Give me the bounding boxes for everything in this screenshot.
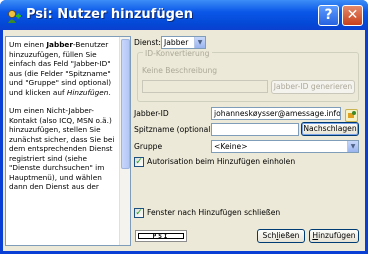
id-conversion-description: Keine Beschreibung [142,66,218,75]
group-value: <Keine> [214,142,248,151]
help-text-pane[interactable]: Um einen Jabber-Benutzer hinzuzufügen, f… [5,36,131,246]
auth-checkbox[interactable]: ✓ [134,157,144,167]
service-label: Dienst: [134,38,161,47]
lookup-button[interactable]: Nachschlagen [301,122,359,136]
close-button[interactable]: Schließen [257,229,305,243]
help-paragraph-2: Um einen Nicht-Jabber-Kontakt (also ICQ,… [9,106,115,191]
help-button[interactable]: ? [318,5,339,26]
window-title: Psi: Nutzer hinzufügen [26,7,193,22]
help-paragraph-1: Um einen Jabber-Benutzer hinzuzufügen, f… [9,40,112,97]
nickname-label: Spitzname (optional) [134,125,214,134]
nickname-input[interactable] [211,123,299,136]
service-select[interactable]: Jabber ▼ [161,36,206,49]
dialog-client-area: Um einen Jabber-Benutzer hinzuzufügen, f… [3,30,365,251]
jid-label: Jabber-ID [134,109,169,118]
conversion-input[interactable] [142,80,268,93]
id-conversion-title: ID-Konvertierung [143,49,212,58]
dialog-window: Psi: Nutzer hinzufügen ? ✕ Um einen Jabb… [0,0,368,254]
group-label: Gruppe [134,142,163,151]
add-button[interactable]: Hinzufügen [309,229,359,243]
title-bar[interactable]: Psi: Nutzer hinzufügen ? ✕ [0,0,368,30]
help-scrollbar[interactable] [119,37,130,245]
jid-input[interactable]: johanneskøysser@amessage.info [211,107,341,120]
scrollbar-thumb[interactable] [121,39,130,169]
help-text: Um einen Jabber-Benutzer hinzuzufügen, f… [9,40,119,201]
service-value: Jabber [164,38,189,47]
chevron-down-icon: ▼ [347,141,358,152]
contact-card-icon[interactable] [345,109,358,122]
auth-checkbox-label: Autorisation beim Hinzufügen einholen [147,157,296,166]
id-conversion-group [137,52,359,102]
psi-logo-text: PSI [138,233,184,240]
generate-jid-button[interactable]: Jabber-ID generieren [271,80,355,94]
contact-card-glyph [348,111,356,118]
psi-app-icon [8,10,21,23]
close-after-add-checkbox[interactable]: ✓ [134,208,144,218]
group-select[interactable]: <Keine> ▼ [211,140,359,153]
close-after-add-label: Fenster nach Hinzufügen schließen [147,208,281,217]
psi-logo: PSI [135,230,187,242]
chevron-down-icon: ▼ [194,37,205,48]
close-window-button[interactable]: ✕ [342,5,363,26]
